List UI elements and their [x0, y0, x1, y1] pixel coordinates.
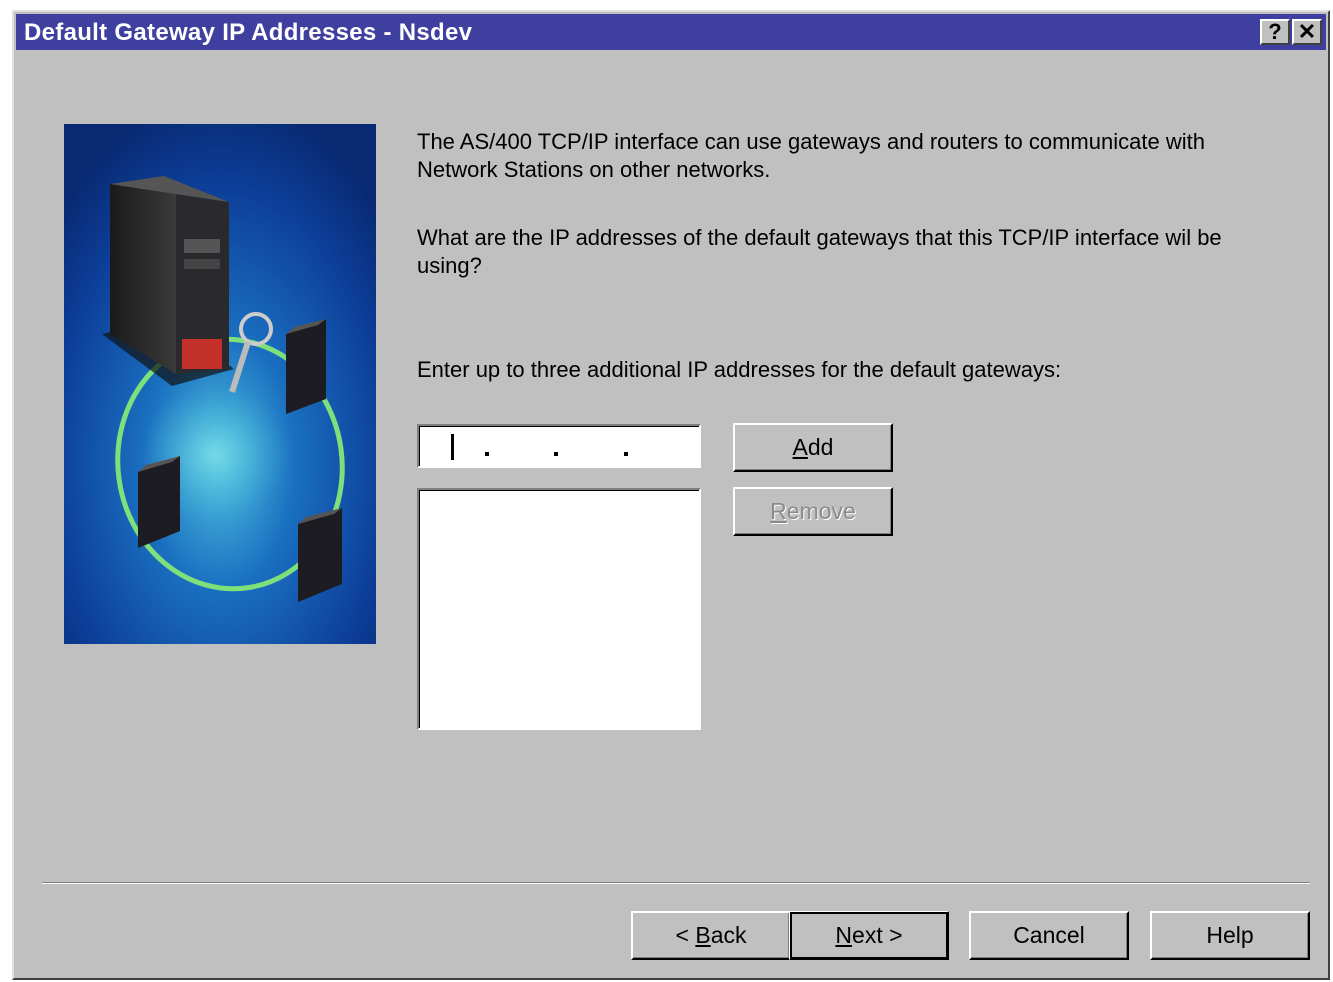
text-cursor — [451, 434, 454, 460]
gateway-address-list[interactable] — [417, 488, 701, 730]
add-button[interactable]: Add — [733, 423, 893, 472]
help-button[interactable]: Help — [1150, 911, 1310, 960]
back-button[interactable]: < Back — [631, 911, 791, 960]
ip-octet-separator — [554, 452, 558, 456]
instruction-label: Enter up to three additional IP addresse… — [417, 357, 1062, 382]
ip-octet-separator — [485, 452, 489, 456]
button-separator — [42, 882, 1310, 884]
cancel-button[interactable]: Cancel — [969, 911, 1129, 960]
window-title: Default Gateway IP Addresses - Nsdev — [24, 19, 473, 46]
close-button[interactable]: ✕ — [1292, 19, 1322, 45]
ip-octet-separator — [624, 452, 628, 456]
remove-button[interactable]: Remove — [733, 487, 893, 536]
close-icon: ✕ — [1297, 19, 1317, 44]
title-bar[interactable]: Default Gateway IP Addresses - Nsdev ? ✕ — [16, 14, 1326, 50]
question-paragraph: What are the IP addresses of the default… — [417, 225, 1222, 278]
wizard-dialog: Default Gateway IP Addresses - Nsdev ? ✕ — [12, 10, 1330, 980]
as400-network-graphic — [64, 124, 376, 644]
help-question-button[interactable]: ? — [1260, 19, 1290, 45]
next-button[interactable]: Next > — [789, 911, 949, 960]
network-illustration — [64, 124, 376, 644]
intro-paragraph: The AS/400 TCP/IP interface can use gate… — [417, 129, 1205, 182]
ip-address-input[interactable] — [417, 424, 701, 468]
